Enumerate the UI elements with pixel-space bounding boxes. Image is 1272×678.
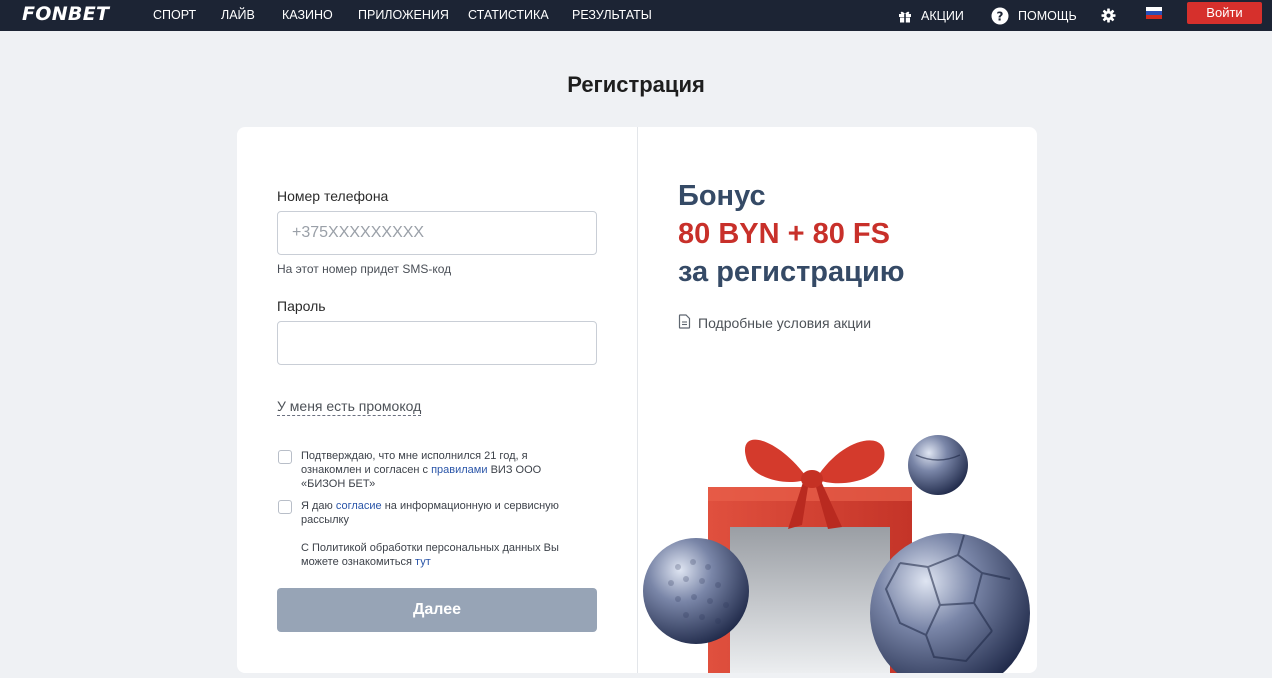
help-link[interactable]: ? ПОМОЩЬ <box>991 0 1077 31</box>
phone-label: Номер телефона <box>277 188 389 204</box>
promo-code-link[interactable]: У меня есть промокод <box>277 398 422 416</box>
bonus-headline: Бонус 80 BYN + 80 FS за регистрацию <box>678 177 905 291</box>
top-navigation-bar: FONBET СПОРТ ЛАЙВ КАЗИНО ПРИЛОЖЕНИЯ СТАТ… <box>0 0 1272 31</box>
nav-item-statistics[interactable]: СТАТИСТИКА <box>468 0 549 31</box>
login-button[interactable]: Войти <box>1187 2 1262 24</box>
promos-label: АКЦИИ <box>921 8 964 23</box>
nav-item-casino[interactable]: КАЗИНО <box>282 0 333 31</box>
language-flag-ru-icon[interactable] <box>1146 7 1162 19</box>
age-confirm-checkbox[interactable] <box>278 450 292 464</box>
consent-link[interactable]: согласие <box>336 500 382 512</box>
help-label: ПОМОЩЬ <box>1018 8 1077 23</box>
gift-box-and-balls-illustration <box>638 417 1037 673</box>
gift-icon <box>898 9 912 23</box>
promo-terms-label: Подробные условия акции <box>698 315 872 331</box>
bonus-line-1: Бонус <box>678 180 766 212</box>
mailing-consent-text: Я даю согласие на информационную и серви… <box>301 500 559 526</box>
svg-text:?: ? <box>997 9 1004 23</box>
nav-item-results[interactable]: РЕЗУЛЬТАТЫ <box>572 0 652 31</box>
phone-hint: На этот номер придет SMS-код <box>277 262 452 276</box>
age-confirm-text: Подтверждаю, что мне исполнился 21 год, … <box>301 450 542 490</box>
password-label: Пароль <box>277 298 326 314</box>
next-button[interactable]: Далее <box>277 588 597 632</box>
rules-link[interactable]: правилами <box>431 464 487 476</box>
settings-button[interactable] <box>1101 0 1116 31</box>
nav-item-sport[interactable]: СПОРТ <box>153 0 196 31</box>
question-circle-icon: ? <box>991 7 1009 25</box>
password-input[interactable] <box>277 321 597 365</box>
registration-card: Номер телефона На этот номер придет SMS-… <box>237 127 1037 673</box>
document-icon <box>678 314 698 332</box>
promos-link[interactable]: АКЦИИ <box>898 0 964 31</box>
privacy-policy-text: С Политикой обработки персональных данны… <box>301 542 559 568</box>
bonus-amount: 80 BYN + 80 FS <box>678 218 890 250</box>
gear-icon <box>1101 8 1116 23</box>
promo-terms-link[interactable]: Подробные условия акции <box>678 314 871 332</box>
mailing-consent-checkbox[interactable] <box>278 500 292 514</box>
phone-input[interactable] <box>277 211 597 255</box>
nav-item-live[interactable]: ЛАЙВ <box>221 0 255 31</box>
nav-item-apps[interactable]: ПРИЛОЖЕНИЯ <box>358 0 449 31</box>
bonus-line-3: за регистрацию <box>678 256 905 288</box>
privacy-policy-link[interactable]: тут <box>415 556 431 568</box>
fonbet-logo[interactable]: FONBET <box>22 3 109 25</box>
page-title: Регистрация <box>567 72 705 97</box>
